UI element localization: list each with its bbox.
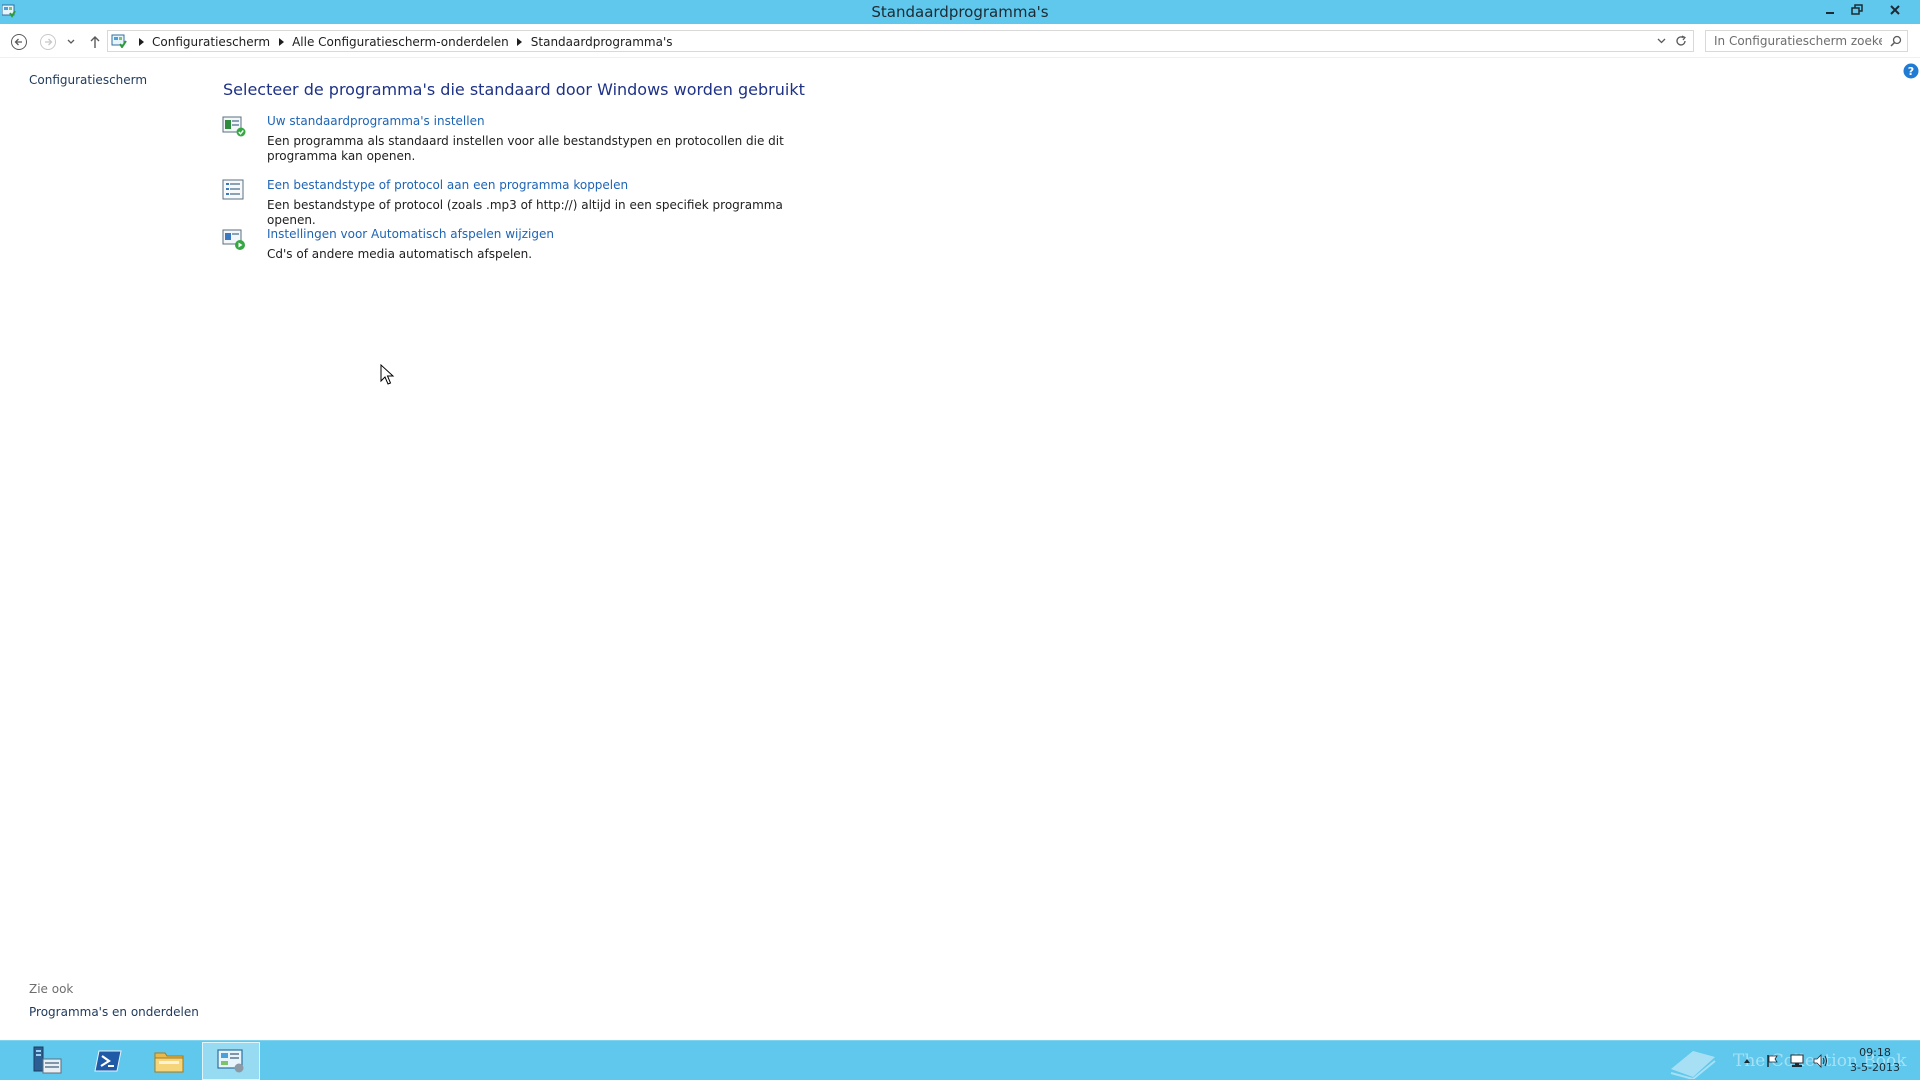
chevron-down-icon	[67, 39, 75, 44]
title-bar: Standaardprogramma's	[0, 0, 1920, 24]
mouse-cursor-icon	[380, 364, 395, 385]
network-tray-button[interactable]	[1788, 1051, 1806, 1071]
refresh-button[interactable]	[1672, 33, 1690, 49]
window-title: Standaardprogramma's	[871, 3, 1049, 21]
file-explorer-icon	[154, 1052, 184, 1073]
action-center-tray-button[interactable]	[1764, 1051, 1782, 1071]
breadcrumb: Configuratiescherm Alle Configuratiesche…	[134, 34, 677, 50]
volume-tray-button[interactable]	[1812, 1051, 1830, 1071]
svg-text:?: ?	[1908, 65, 1914, 78]
autoplay-icon	[222, 229, 245, 250]
search-box	[1705, 30, 1908, 52]
breadcrumb-item-default-programs[interactable]: Standaardprogramma's	[527, 35, 677, 49]
taskbar-file-explorer[interactable]	[140, 1042, 198, 1080]
close-button[interactable]	[1880, 0, 1910, 20]
forward-button[interactable]	[36, 30, 60, 54]
restore-button[interactable]	[1844, 0, 1870, 20]
speaker-icon	[1813, 1054, 1827, 1068]
arrow-up-icon	[90, 36, 100, 48]
address-dropdown-button[interactable]	[1653, 33, 1669, 49]
powershell-icon	[94, 1050, 122, 1072]
search-icon	[1890, 35, 1902, 47]
network-icon	[1790, 1054, 1804, 1067]
search-button[interactable]	[1888, 33, 1904, 49]
breadcrumb-separator-icon[interactable]	[513, 34, 527, 50]
control-panel-icon	[217, 1049, 244, 1073]
default-programs-icon	[222, 116, 246, 137]
show-hidden-icons-button[interactable]	[1740, 1051, 1754, 1071]
taskbar-powershell[interactable]	[79, 1042, 137, 1080]
set-default-programs-description: Een programma als standaard instellen vo…	[267, 134, 784, 163]
chevron-up-icon	[1744, 1059, 1750, 1063]
arrow-left-icon	[11, 34, 27, 50]
system-clock[interactable]: 09:18 3-5-2013	[1840, 1045, 1910, 1075]
help-icon[interactable]: ?	[1903, 63, 1919, 79]
back-button[interactable]	[7, 30, 31, 54]
breadcrumb-item-control-panel[interactable]: Configuratiescherm	[148, 35, 274, 49]
flag-icon	[1767, 1055, 1778, 1067]
breadcrumb-separator-icon[interactable]	[274, 34, 288, 50]
page-title: Selecteer de programma's die standaard d…	[223, 80, 805, 99]
associate-file-type-description: Een bestandstype of protocol (zoals .mp3…	[267, 198, 783, 227]
arrow-right-icon	[40, 34, 56, 50]
minimize-button[interactable]	[1817, 0, 1843, 20]
book-logo-icon	[1670, 1051, 1716, 1081]
breadcrumb-item-all-items[interactable]: Alle Configuratiescherm-onderdelen	[288, 35, 513, 49]
refresh-icon	[1676, 35, 1686, 46]
taskbar-control-panel[interactable]	[202, 1042, 260, 1080]
programs-and-features-link[interactable]: Programma's en onderdelen	[29, 1005, 199, 1019]
set-default-programs-link[interactable]: Uw standaardprogramma's instellen	[267, 114, 485, 128]
see-also-label: Zie ook	[29, 982, 74, 996]
search-input[interactable]	[1706, 31, 1882, 51]
taskbar: The Collection Book 09:18 3-5-2013	[0, 1040, 1920, 1081]
control-panel-icon	[111, 34, 127, 48]
control-panel-home-link[interactable]: Configuratiescherm	[29, 73, 147, 87]
recent-locations-button[interactable]	[63, 30, 79, 54]
left-pane: Configuratiescherm Zie ook Programma's e…	[0, 58, 212, 1040]
clock-date: 3-5-2013	[1850, 1061, 1900, 1074]
server-manager-icon	[33, 1046, 62, 1074]
associate-file-type-link[interactable]: Een bestandstype of protocol aan een pro…	[267, 178, 628, 192]
main-content: Selecteer de programma's die standaard d…	[212, 58, 1902, 1040]
autoplay-settings-link[interactable]: Instellingen voor Automatisch afspelen w…	[267, 227, 554, 241]
clock-time: 09:18	[1859, 1046, 1891, 1059]
up-button[interactable]	[83, 30, 107, 54]
chevron-down-icon	[1657, 38, 1665, 44]
breadcrumb-separator-icon[interactable]	[134, 34, 148, 50]
address-bar[interactable]: Configuratiescherm Alle Configuratiesche…	[107, 30, 1694, 52]
autoplay-settings-description: Cd's of andere media automatisch afspele…	[267, 247, 533, 261]
taskbar-server-manager[interactable]	[18, 1042, 76, 1080]
file-association-icon	[222, 179, 244, 200]
navigation-bar: Configuratiescherm Alle Configuratiesche…	[0, 24, 1920, 58]
